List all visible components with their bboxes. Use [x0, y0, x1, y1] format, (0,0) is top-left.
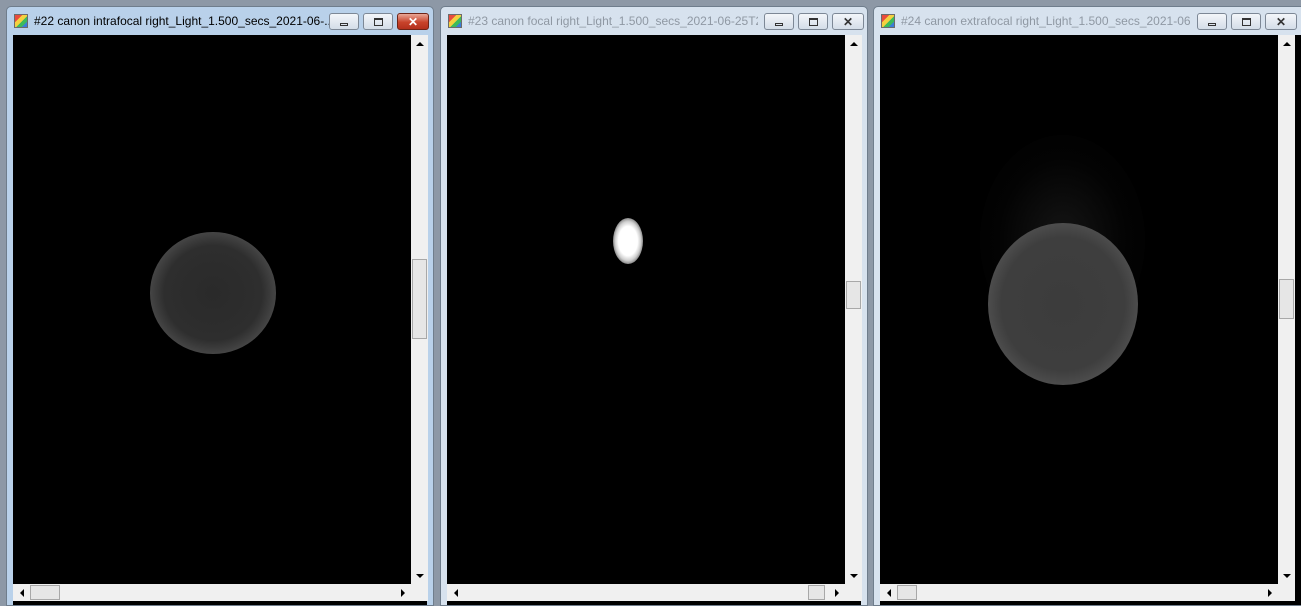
vertical-scrollbar[interactable]: [845, 35, 862, 584]
arrow-left-icon: [886, 588, 891, 597]
window-client: [13, 35, 428, 605]
app-image-icon[interactable]: [881, 14, 895, 28]
arrow-right-icon: [400, 588, 405, 597]
arrow-up-icon: [849, 41, 858, 46]
close-icon: ✕: [407, 14, 419, 29]
app-image-icon[interactable]: [14, 14, 28, 28]
horizontal-scrollbar[interactable]: [447, 584, 845, 601]
horizontal-scrollbar[interactable]: [13, 584, 411, 601]
image-window-extrafocal[interactable]: #24 canon extrafocal right_Light_1.500_s…: [873, 6, 1301, 606]
image-canvas[interactable]: [447, 35, 845, 584]
arrow-down-icon: [415, 573, 424, 578]
scroll-up-button[interactable]: [845, 35, 862, 52]
horizontal-scroll-thumb[interactable]: [897, 585, 917, 600]
arrow-left-icon: [19, 588, 24, 597]
horizontal-scroll-thumb[interactable]: [30, 585, 60, 600]
vertical-scroll-thumb[interactable]: [846, 281, 861, 309]
maximize-icon: [373, 17, 383, 26]
image-window-focal[interactable]: #23 canon focal right_Light_1.500_secs_2…: [440, 6, 868, 606]
maximize-button[interactable]: [1231, 13, 1261, 30]
close-button[interactable]: ✕: [832, 13, 864, 30]
minimize-button[interactable]: [764, 13, 794, 30]
scroll-right-button[interactable]: [1261, 584, 1278, 601]
scroll-up-button[interactable]: [1278, 35, 1295, 52]
arrow-left-icon: [453, 588, 458, 597]
app-image-icon[interactable]: [448, 14, 462, 28]
scroll-down-button[interactable]: [845, 567, 862, 584]
scroll-right-button[interactable]: [828, 584, 845, 601]
title-bar[interactable]: #23 canon focal right_Light_1.500_secs_2…: [441, 7, 867, 35]
window-title: #23 canon focal right_Light_1.500_secs_2…: [468, 14, 758, 28]
minimize-icon: [340, 22, 348, 26]
window-client: [880, 35, 1301, 605]
arrow-down-icon: [1282, 573, 1291, 578]
arrow-right-icon: [834, 588, 839, 597]
arrow-up-icon: [1282, 41, 1291, 46]
close-button[interactable]: ✕: [1265, 13, 1297, 30]
close-icon: ✕: [1275, 14, 1287, 29]
maximize-button[interactable]: [363, 13, 393, 30]
scroll-corner: [845, 584, 862, 601]
scroll-corner: [411, 584, 428, 601]
title-bar[interactable]: #24 canon extrafocal right_Light_1.500_s…: [874, 7, 1301, 35]
horizontal-scroll-thumb[interactable]: [808, 585, 825, 600]
horizontal-scrollbar[interactable]: [880, 584, 1278, 601]
scroll-up-button[interactable]: [411, 35, 428, 52]
image-window-intrafocal[interactable]: #22 canon intrafocal right_Light_1.500_s…: [6, 6, 434, 606]
window-title: #24 canon extrafocal right_Light_1.500_s…: [901, 14, 1191, 28]
maximize-button[interactable]: [798, 13, 828, 30]
window-client: [447, 35, 862, 605]
maximize-icon: [808, 17, 818, 26]
intrafocal-star-image: [150, 232, 276, 354]
arrow-down-icon: [849, 573, 858, 578]
focal-star-image: [613, 218, 643, 264]
vertical-scrollbar[interactable]: [1278, 35, 1295, 584]
scroll-left-button[interactable]: [880, 584, 897, 601]
maximize-icon: [1241, 17, 1251, 26]
window-title: #22 canon intrafocal right_Light_1.500_s…: [34, 14, 330, 28]
arrow-up-icon: [415, 41, 424, 46]
minimize-icon: [775, 22, 783, 26]
scroll-corner: [1278, 584, 1295, 601]
minimize-icon: [1208, 22, 1216, 26]
vertical-scrollbar[interactable]: [411, 35, 428, 584]
scroll-left-button[interactable]: [13, 584, 30, 601]
vertical-scroll-thumb[interactable]: [412, 259, 427, 339]
vertical-scroll-thumb[interactable]: [1279, 279, 1294, 319]
extrafocal-star-image: [988, 223, 1138, 385]
scroll-left-button[interactable]: [447, 584, 464, 601]
image-canvas[interactable]: [13, 35, 411, 584]
minimize-button[interactable]: [329, 13, 359, 30]
image-canvas[interactable]: [880, 35, 1278, 584]
close-icon: ✕: [842, 14, 854, 29]
minimize-button[interactable]: [1197, 13, 1227, 30]
title-bar[interactable]: #22 canon intrafocal right_Light_1.500_s…: [7, 7, 433, 35]
arrow-right-icon: [1267, 588, 1272, 597]
scroll-down-button[interactable]: [1278, 567, 1295, 584]
close-button[interactable]: ✕: [397, 13, 429, 30]
scroll-down-button[interactable]: [411, 567, 428, 584]
scroll-right-button[interactable]: [394, 584, 411, 601]
